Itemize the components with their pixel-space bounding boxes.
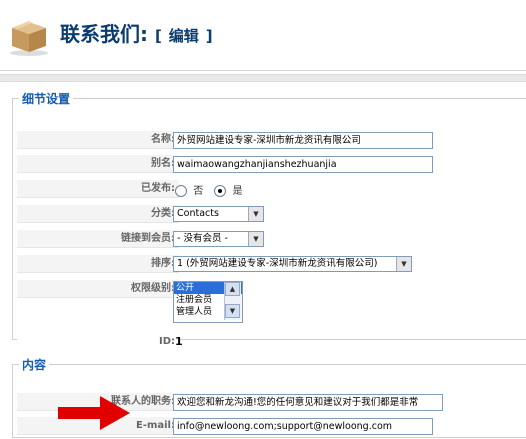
category-label: 分类: [17,205,179,223]
id-value: 1 [175,335,183,348]
alias-field[interactable]: waimaowangzhanjianshezhuanjia [173,156,433,173]
scroll-up-icon[interactable]: ▲ [225,282,240,296]
order-value: 1 (外贸网站建设专家-深圳市新龙资讯有限公司) [177,258,378,269]
title-text: 联系我们: [60,22,148,46]
name-label: 名称: [17,131,179,149]
position-field[interactable]: 欢迎您和新龙沟通!您的任何意见和建议对于我们都是非常 [173,394,443,411]
link-user-label: 链接到会员: [17,230,179,248]
bracket-open: [ [154,27,162,45]
header-divider [0,74,526,82]
link-user-select[interactable]: - 没有会员 - ▼ [173,231,264,247]
published-yes-label: 是 [232,186,243,197]
alias-label: 别名: [17,155,179,173]
published-label: 已发布: [17,180,179,198]
access-label: 权限级别: [17,280,179,298]
published-no-radio[interactable] [175,185,187,197]
order-label: 排序: [17,255,179,273]
chevron-down-icon: ▼ [248,232,263,246]
access-listbox[interactable]: 公开 注册会员 管理人员 ▲ ▼ [173,281,243,323]
content-legend: 内容 [22,358,47,372]
scroll-down-icon[interactable]: ▼ [225,304,240,318]
published-no-label: 否 [193,186,204,197]
listbox-scrollbar[interactable]: ▲ ▼ [224,282,241,320]
email-field[interactable]: info@newloong.com;support@newloong.com [173,418,433,435]
chevron-down-icon: ▼ [396,257,411,271]
package-box-icon [10,21,48,56]
order-select[interactable]: 1 (外贸网站建设专家-深圳市新龙资讯有限公司) ▼ [173,256,412,272]
bracket-close: ] [205,27,213,45]
details-panel: 细节设置 名称: 外贸网站建设专家-深圳市新龙资讯有限公司 别名: waimao… [12,90,526,351]
page-title: 联系我们: [ 编辑 ] [60,18,213,47]
page-header: 联系我们: [ 编辑 ] [0,0,526,71]
details-legend: 细节设置 [22,92,71,106]
category-value: Contacts [177,208,219,219]
name-field[interactable]: 外贸网站建设专家-深圳市新龙资讯有限公司 [173,132,433,149]
id-label: ID: [17,333,179,351]
published-radios: 否 是 [175,182,243,197]
category-select[interactable]: Contacts ▼ [173,206,264,222]
chevron-down-icon: ▼ [248,207,263,221]
published-yes-radio[interactable] [214,185,227,197]
red-arrow-icon [58,396,130,430]
edit-label: 编辑 [168,27,199,45]
link-user-value: - 没有会员 - [177,233,228,244]
